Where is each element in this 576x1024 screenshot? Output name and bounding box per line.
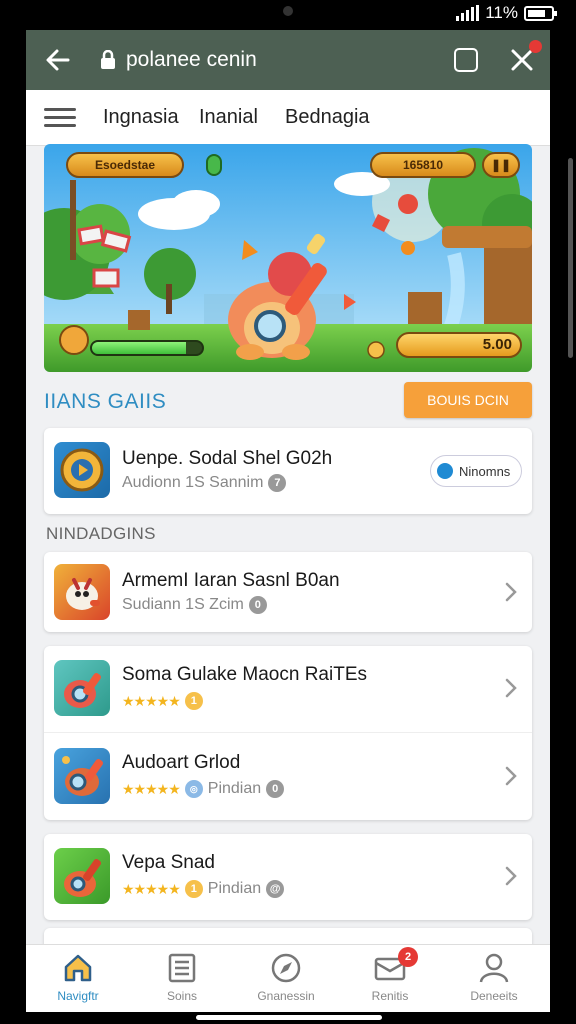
game-meta: Sudiann 1S Zcim 0	[122, 596, 267, 614]
featured-game-title: Uenpe. Sodal Shel G02h	[122, 448, 333, 469]
game-badge: 0	[248, 596, 267, 614]
url-text[interactable]: polanee cenin	[126, 48, 257, 72]
rating-stars: ★★★★★	[122, 780, 181, 797]
bonus-button[interactable]: BOUIS DCIN	[404, 382, 532, 418]
gem-icon	[206, 154, 222, 176]
browser-app: polanee cenin Ingnasia Inanial Bednagia	[26, 30, 550, 1012]
game-badge: 0	[266, 780, 285, 798]
game-icon	[54, 848, 110, 904]
chevron-right-icon	[505, 866, 517, 886]
nav-label: Gnanessin	[257, 989, 315, 1003]
front-camera	[283, 6, 293, 16]
game-icon	[54, 660, 110, 716]
rating-stars: ★★★★★	[122, 880, 181, 897]
game-title: Audoart Grlod	[122, 752, 241, 773]
nav-explore[interactable]: Gnanessin	[234, 951, 338, 1003]
game-meta-text: Pindian	[207, 780, 262, 797]
game-title: ArmemI Iaran Sasnl B0an	[122, 570, 340, 591]
nav-label: Renitis	[371, 989, 409, 1003]
nav-home[interactable]: Navigftr	[26, 951, 130, 1003]
nav-label: Deneeits	[470, 989, 518, 1003]
featured-game-badge: 7	[268, 474, 287, 492]
health-bar	[90, 340, 204, 356]
featured-game-subtitle: Audionn 1S Sannim 7	[122, 474, 287, 492]
featured-game-meta: Audionn 1S Sannim	[122, 474, 264, 491]
game-meta-text: Sudiann 1S Zcim	[122, 596, 244, 613]
category-tabs: Ingnasia Inanial Bednagia	[26, 90, 550, 146]
phone-screen: 11% polanee cenin Ingnasia Inanial Bedna…	[0, 0, 576, 1024]
score-display: 5.00	[396, 332, 522, 358]
platform-icon: ◎	[184, 780, 203, 798]
nav-label: Soins	[166, 989, 198, 1003]
lock-icon	[101, 50, 115, 69]
tab-ingnasia[interactable]: Ingnasia	[103, 106, 179, 129]
tabs-switcher-button[interactable]	[454, 48, 478, 72]
game-list-item[interactable]: Audoart Grlod ★★★★★ ◎ Pindian 0	[44, 734, 532, 820]
game-badge: 1	[184, 880, 203, 898]
battery-percent: 11%	[485, 3, 518, 22]
inbox-badge: 2	[398, 947, 418, 967]
signal-icon	[456, 5, 480, 21]
featured-action-label: Ninomns	[459, 463, 511, 479]
game-banner[interactable]: Esoedstae 165810 ❚❚ 5.00	[44, 144, 532, 372]
game-list-group: Soma Gulake Maocn RaiTEs ★★★★★ 1 Audoart…	[44, 646, 532, 820]
list-icon	[168, 953, 196, 983]
nav-label: Navigftr	[57, 989, 99, 1003]
game-meta-text: Pindian	[207, 880, 262, 897]
pause-button[interactable]: ❚❚	[482, 152, 520, 178]
game-list-item[interactable]: Soma Gulake Maocn RaiTEs ★★★★★ 1	[44, 646, 532, 732]
game-icon	[54, 748, 110, 804]
status-bar: 11%	[0, 0, 576, 28]
featured-action-button[interactable]: Ninomns	[430, 455, 522, 487]
url-bar: polanee cenin	[26, 30, 550, 90]
home-indicator[interactable]	[196, 1015, 382, 1020]
featured-game-card[interactable]: Uenpe. Sodal Shel G02h Audionn 1S Sannim…	[44, 428, 532, 514]
notification-dot	[529, 40, 542, 53]
compass-icon	[271, 953, 301, 983]
section-header: IIANS GAIIS BOUIS DCIN	[44, 382, 532, 422]
play-dot-icon	[437, 463, 453, 479]
game-title: Vepa Snad	[122, 852, 215, 873]
profile-icon	[479, 953, 509, 983]
scrollbar[interactable]	[568, 158, 573, 358]
game-meta: ★★★★★ 1 Pindian @	[122, 880, 285, 898]
subheader: NINDADGINS	[46, 524, 156, 543]
nav-profile[interactable]: Deneeits	[442, 951, 546, 1003]
tab-inanial[interactable]: Inanial	[199, 106, 258, 129]
battery-icon	[524, 5, 557, 21]
game-icon	[54, 564, 110, 620]
chevron-right-icon	[505, 582, 517, 602]
section-title: IIANS GAIIS	[44, 390, 167, 413]
coins-counter: 165810	[370, 152, 476, 178]
tab-bednagia[interactable]: Bednagia	[285, 106, 370, 129]
hamburger-menu-icon[interactable]	[44, 108, 76, 128]
featured-game-icon	[54, 442, 110, 498]
game-list-item[interactable]: Vepa Snad ★★★★★ 1 Pindian @	[44, 834, 532, 920]
bottom-navigation: Navigftr Soins Gnanessin 2 Renitis Denee…	[26, 944, 550, 1012]
nav-list[interactable]: Soins	[130, 951, 234, 1003]
info-icon: @	[266, 880, 285, 898]
chevron-right-icon	[505, 766, 517, 786]
nav-inbox[interactable]: 2 Renitis	[338, 947, 442, 1003]
game-title: Soma Gulake Maocn RaiTEs	[122, 664, 367, 685]
game-list-item[interactable]: ArmemI Iaran Sasnl B0an Sudiann 1S Zcim …	[44, 552, 532, 632]
home-icon	[64, 954, 92, 982]
chevron-right-icon	[505, 678, 517, 698]
game-badge: 1	[184, 692, 203, 710]
rating-stars: ★★★★★	[122, 692, 181, 709]
game-meta: ★★★★★ 1	[122, 692, 203, 710]
divider	[44, 732, 532, 733]
game-meta: ★★★★★ ◎ Pindian 0	[122, 780, 285, 798]
player-name-pill: Esoedstae	[66, 152, 184, 178]
back-arrow-icon[interactable]	[42, 44, 74, 76]
